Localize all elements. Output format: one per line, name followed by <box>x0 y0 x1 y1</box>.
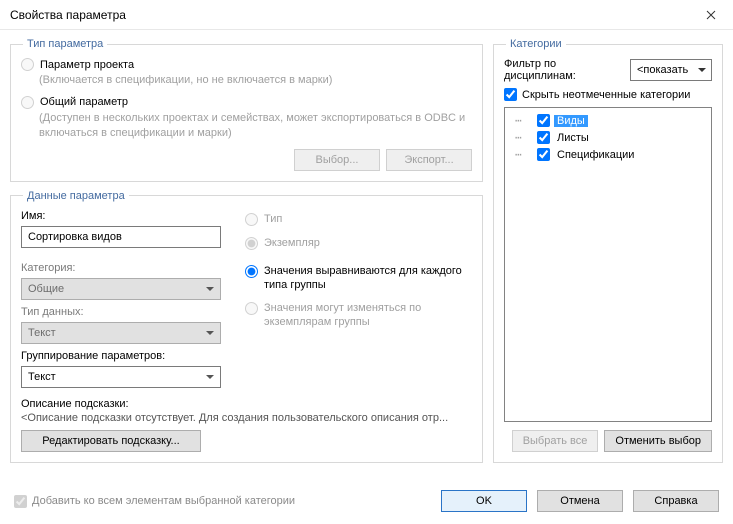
tree-connector-icon: ⋯ <box>515 131 533 144</box>
project-param-hint: (Включается в спецификации, но не включа… <box>39 73 472 88</box>
filter-select[interactable]: <показать <box>630 59 712 81</box>
categories-tree[interactable]: ⋯ Виды ⋯ Листы ⋯ Спецификации <box>504 107 712 422</box>
select-button[interactable]: Выбор... <box>294 149 380 171</box>
instance-radio[interactable] <box>245 237 258 250</box>
tree-item[interactable]: ⋯ Виды <box>507 112 709 129</box>
discipline-select[interactable]: Общие <box>21 278 221 300</box>
instance-option[interactable]: Экземпляр <box>245 236 472 250</box>
name-input[interactable] <box>21 226 221 248</box>
hide-unchecked-label: Скрыть неотмеченные категории <box>522 89 690 101</box>
tree-checkbox[interactable] <box>537 131 550 144</box>
close-icon <box>706 10 716 20</box>
type-label: Тип <box>264 212 282 226</box>
datatype-label: Тип данных: <box>21 306 221 318</box>
tree-connector-icon: ⋯ <box>515 148 533 161</box>
tooltip-desc: <Описание подсказки отсутствует. Для соз… <box>21 412 472 424</box>
export-button[interactable]: Экспорт... <box>386 149 472 171</box>
deselect-all-button[interactable]: Отменить выбор <box>604 430 712 452</box>
tree-connector-icon: ⋯ <box>515 114 533 127</box>
project-param-radio[interactable] <box>21 58 34 71</box>
add-to-all-checkbox[interactable] <box>14 495 27 508</box>
filter-label: Фильтр по дисциплинам: <box>504 58 624 82</box>
align-byinstance-radio[interactable] <box>245 302 258 315</box>
tree-checkbox[interactable] <box>537 114 550 127</box>
hide-unchecked-option[interactable]: Скрыть неотмеченные категории <box>504 88 712 101</box>
align-bygroup-option[interactable]: Значения выравниваются для каждого типа … <box>245 264 472 293</box>
add-to-all-label: Добавить ко всем элементам выбранной кат… <box>32 495 295 507</box>
type-radio[interactable] <box>245 213 258 226</box>
param-type-legend: Тип параметра <box>23 38 107 50</box>
instance-label: Экземпляр <box>264 236 320 250</box>
datatype-select[interactable]: Текст <box>21 322 221 344</box>
tree-item[interactable]: ⋯ Спецификации <box>507 146 709 163</box>
discipline-label: Категория: <box>21 262 221 274</box>
titlebar: Свойства параметра <box>0 0 733 30</box>
type-option[interactable]: Тип <box>245 212 472 226</box>
group-select[interactable]: Текст <box>21 366 221 388</box>
ok-button[interactable]: OK <box>441 490 527 512</box>
project-param-label: Параметр проекта <box>40 59 134 71</box>
cancel-button[interactable]: Отмена <box>537 490 623 512</box>
shared-param-label: Общий параметр <box>40 96 128 108</box>
param-type-group: Тип параметра Параметр проекта (Включает… <box>10 38 483 182</box>
align-byinstance-label: Значения могут изменяться по экземплярам… <box>264 301 472 330</box>
align-bygroup-radio[interactable] <box>245 265 258 278</box>
close-button[interactable] <box>688 0 733 30</box>
select-all-button[interactable]: Выбрать все <box>512 430 599 452</box>
project-param-option[interactable]: Параметр проекта <box>21 58 472 71</box>
align-byinstance-option[interactable]: Значения могут изменяться по экземплярам… <box>245 301 472 330</box>
shared-param-option[interactable]: Общий параметр <box>21 96 472 109</box>
group-label: Группирование параметров: <box>21 350 221 362</box>
shared-param-radio[interactable] <box>21 96 34 109</box>
add-to-all-option[interactable]: Добавить ко всем элементам выбранной кат… <box>14 495 295 508</box>
help-button[interactable]: Справка <box>633 490 719 512</box>
tree-checkbox[interactable] <box>537 148 550 161</box>
tree-label[interactable]: Листы <box>554 132 592 144</box>
tooltip-label: Описание подсказки: <box>21 398 472 410</box>
name-label: Имя: <box>21 210 221 222</box>
param-data-legend: Данные параметра <box>23 190 129 202</box>
tree-label[interactable]: Спецификации <box>554 149 637 161</box>
hide-unchecked-checkbox[interactable] <box>504 88 517 101</box>
tree-label[interactable]: Виды <box>554 115 588 127</box>
categories-legend: Категории <box>506 38 566 50</box>
shared-param-hint: (Доступен в нескольких проектах и семейс… <box>39 111 472 141</box>
align-bygroup-label: Значения выравниваются для каждого типа … <box>264 264 472 293</box>
categories-group: Категории Фильтр по дисциплинам: <показа… <box>493 38 723 463</box>
tree-item[interactable]: ⋯ Листы <box>507 129 709 146</box>
window-title: Свойства параметра <box>10 8 688 22</box>
param-data-group: Данные параметра Имя: Тип Экземпляр <box>10 190 483 464</box>
edit-tooltip-button[interactable]: Редактировать подсказку... <box>21 430 201 452</box>
